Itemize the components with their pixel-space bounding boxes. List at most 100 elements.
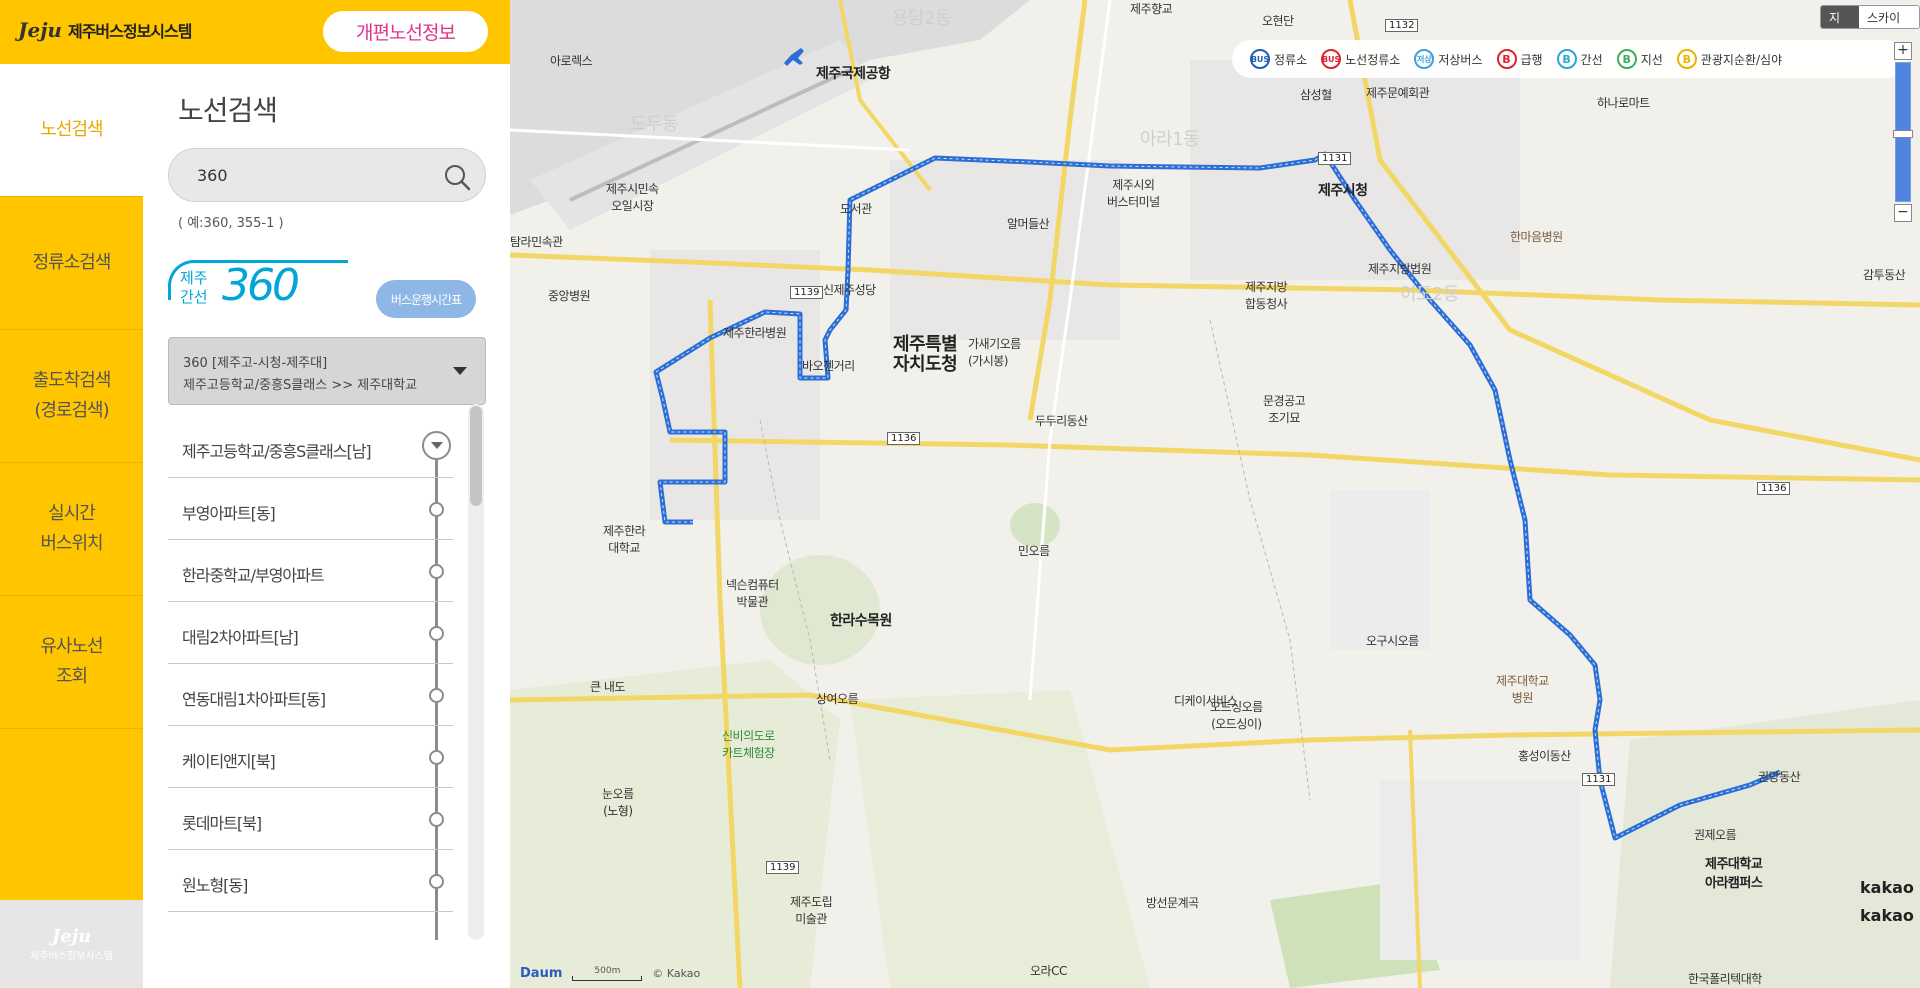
map-label: 제주한라병원 — [723, 326, 787, 340]
panel-title: 노선검색 — [178, 94, 278, 127]
list-item[interactable]: 케이티앤지[북] — [168, 726, 453, 788]
map-label: 눈오름 (노형) — [602, 787, 634, 818]
list-item[interactable]: 원노형[동] — [168, 850, 453, 912]
stop-node-icon — [429, 812, 444, 827]
map-label: 상여오름 — [816, 692, 859, 706]
bus-stop-icon: BUS — [1250, 49, 1270, 69]
list-item[interactable]: 부영아파트[동] — [168, 478, 453, 540]
map-label: 한라수목원 — [830, 613, 892, 629]
map-label: 제주시외 버스터미널 — [1107, 178, 1160, 209]
map-legend: BUS 정류소 BUS 노선정류소 저상 저상버스 B 급행 B 간선 B 지선 — [1232, 40, 1907, 78]
timetable-button[interactable]: 버스운행시간표 — [376, 280, 476, 318]
list-item[interactable]: 한라중학교/부영아파트 — [168, 540, 453, 602]
logo[interactable]: Jeju 제주버스정보시스템 — [18, 18, 192, 42]
stop-name: 롯데마트[북] — [182, 814, 262, 833]
nav-realtime-bus[interactable]: 실시간 버스위치 — [0, 463, 143, 596]
legend-item: BUS 정류소 — [1250, 49, 1307, 69]
legend-item: B 간선 — [1556, 49, 1603, 69]
nav-path-search[interactable]: 출도착검색 (경로검색) — [0, 330, 143, 463]
map-footer: Daum 500m © Kakao — [520, 966, 700, 981]
legend-label: 지선 — [1640, 52, 1663, 67]
map-label: 도서관 — [840, 202, 872, 216]
map-label: 아라1동 — [1140, 129, 1200, 150]
map-label: 한마음병원 — [1510, 230, 1563, 244]
map-label: 큰 내도 — [590, 680, 625, 694]
map-label: 신제주성당 — [823, 283, 876, 297]
map-label: 가새기오름 (가시봉) — [968, 337, 1021, 368]
map-label: 홍성이동산 — [1518, 749, 1571, 763]
map-label: 제주대학교 병원 — [1496, 674, 1549, 705]
stop-list-scroll-thumb[interactable] — [470, 406, 482, 506]
stop-name: 부영아파트[동] — [182, 504, 276, 523]
stop-node-icon — [429, 502, 444, 517]
kakao-watermark: kakao — [1860, 878, 1914, 897]
map-label: 이도2동 — [1400, 284, 1460, 305]
search-icon[interactable] — [443, 163, 471, 191]
road-number: 1136 — [887, 432, 921, 445]
map-label: 권망동산 — [1758, 770, 1801, 784]
map-label: 신비의도로 카트체험장 — [722, 729, 775, 760]
map-label: 디케이서비스 — [1174, 694, 1238, 708]
stop-name: 케이티앤지[북] — [182, 752, 276, 771]
legend-item: B 지선 — [1616, 49, 1663, 69]
map-label: 제주시청 — [1318, 183, 1368, 199]
map-label: 하나로마트 — [1597, 96, 1650, 110]
map-label: 삼성혈 — [1300, 88, 1332, 102]
map-label: 문경공고 조기묘 — [1263, 394, 1306, 425]
legend-label: 관광지순환/심야 — [1700, 52, 1783, 67]
map-label: 제주한라 대학교 — [603, 524, 646, 555]
express-bus-icon: B — [1496, 49, 1517, 69]
map-label: 넥슨컴퓨터 박물관 — [726, 578, 779, 609]
nav-route-search[interactable]: 노선검색 — [0, 64, 143, 197]
stop-start-icon — [422, 431, 451, 460]
stop-node-icon — [429, 688, 444, 703]
map-label: 아로렉스 — [550, 54, 593, 68]
kakao-watermark: kakao — [1860, 906, 1914, 925]
logo-mark: Jeju — [18, 18, 62, 42]
legend-label: 노선정류소 — [1345, 52, 1401, 67]
route-search-input[interactable] — [197, 163, 427, 187]
stop-name: 한라중학교/부영아파트 — [182, 566, 325, 585]
zoom-slider-handle[interactable] — [1893, 130, 1913, 138]
map-label: 바오젠거리 — [802, 359, 855, 373]
logo-title: 제주버스정보시스템 — [67, 22, 192, 41]
stop-node-icon — [429, 874, 444, 889]
branch-bus-icon: B — [1616, 49, 1637, 69]
chevron-down-icon — [453, 367, 467, 375]
footer-logo-mark: Jeju — [51, 926, 92, 947]
route-direction-select[interactable]: 360 [제주고-시청-제주대] 제주고등학교/중흥S클래스 >> 제주대학교 — [168, 337, 486, 405]
list-item[interactable]: 연동대림1차아파트[동] — [168, 664, 453, 726]
legend-label: 저상버스 — [1438, 52, 1483, 67]
road-number: 1139 — [790, 286, 824, 299]
zoom-out-button[interactable]: − — [1894, 204, 1912, 222]
stop-name: 제주고등학교/중흥S클래스[남] — [182, 442, 372, 461]
road-number: 1132 — [1385, 19, 1419, 32]
legend-item: 저상 저상버스 — [1414, 49, 1483, 69]
map-view[interactable]: 제주향교 오현단 용담2동 제주국제공항 도두동 제주문예회관 하나로마트 삼성… — [510, 0, 1920, 988]
road-number: 1136 — [1757, 482, 1791, 495]
map-label: 한국폴리텍대학 — [1688, 972, 1762, 986]
scale-bar: 500m — [572, 966, 643, 981]
map-label: 제주지방법원 — [1368, 262, 1432, 276]
map-label: 용담2동 — [892, 8, 952, 29]
legend-label: 급행 — [1520, 52, 1543, 67]
daum-logo: Daum — [520, 966, 563, 981]
map-label: 민오름 — [1018, 544, 1050, 558]
map-label: 제주향교 — [1130, 2, 1173, 16]
list-item[interactable]: 롯데마트[북] — [168, 788, 453, 850]
nav-similar-routes[interactable]: 유사노선 조회 — [0, 596, 143, 729]
nav-stop-search[interactable]: 정류소검색 — [0, 197, 143, 330]
map-type-map-button[interactable]: 지도 — [1821, 6, 1859, 28]
zoom-in-button[interactable]: + — [1894, 42, 1912, 60]
list-item[interactable]: 제주고등학교/중흥S클래스[남] — [168, 416, 453, 478]
map-attribution: © Kakao — [652, 967, 701, 980]
legend-item: BUS 노선정류소 — [1321, 49, 1400, 69]
list-item[interactable]: 대림2차아파트[남] — [168, 602, 453, 664]
map-label: 오현단 — [1262, 14, 1294, 28]
map-label: 오라CC — [1030, 964, 1067, 978]
route-change-notice-button[interactable]: 개편노선정보 — [323, 11, 488, 52]
legend-label: 간선 — [1580, 52, 1603, 67]
map-type-skyview-button[interactable]: 스카이뷰 — [1859, 6, 1919, 28]
nav-footer-logo: Jeju 제주버스정보시스템 — [0, 900, 143, 988]
road-number: 1139 — [766, 861, 800, 874]
